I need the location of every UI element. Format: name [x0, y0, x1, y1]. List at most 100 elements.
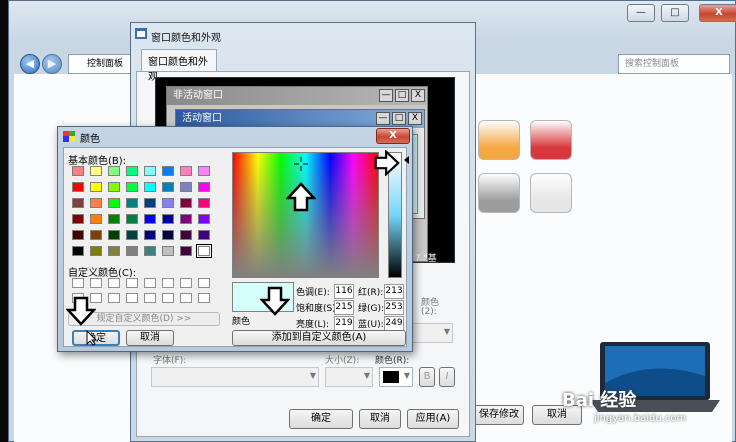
- basic-color-swatch[interactable]: [108, 246, 120, 256]
- basic-color-swatch[interactable]: [162, 246, 174, 256]
- custom-color-swatch[interactable]: [108, 278, 120, 288]
- basic-color-swatch[interactable]: [180, 246, 192, 256]
- basic-color-swatch[interactable]: [126, 182, 138, 192]
- basic-color-swatch[interactable]: [72, 246, 84, 256]
- forward-arrow-icon[interactable]: ▶: [42, 54, 62, 74]
- custom-color-swatch[interactable]: [162, 293, 174, 303]
- basic-color-swatch[interactable]: [126, 198, 138, 208]
- search-input[interactable]: 搜索控制面板: [618, 54, 730, 74]
- italic-button[interactable]: I: [439, 367, 455, 387]
- theme-tile-orange[interactable]: [478, 120, 520, 160]
- custom-color-swatch[interactable]: [180, 293, 192, 303]
- custom-color-swatch[interactable]: [162, 278, 174, 288]
- basic-color-swatch[interactable]: [144, 198, 156, 208]
- basic-color-swatch[interactable]: [162, 182, 174, 192]
- custom-color-swatch[interactable]: [126, 278, 138, 288]
- basic-color-swatch[interactable]: [90, 166, 102, 176]
- basic-color-swatch[interactable]: [162, 166, 174, 176]
- inactive-close-icon: X: [411, 89, 425, 102]
- font-color-picker[interactable]: ▼: [379, 367, 413, 387]
- basic-color-swatch[interactable]: [108, 166, 120, 176]
- basic-color-swatch[interactable]: [180, 214, 192, 224]
- basic-color-swatch[interactable]: [144, 182, 156, 192]
- custom-color-swatch[interactable]: [144, 293, 156, 303]
- basic-color-swatch[interactable]: [108, 198, 120, 208]
- basic-color-swatch[interactable]: [198, 214, 210, 224]
- hue-input[interactable]: 116: [334, 284, 354, 299]
- blue-input[interactable]: 249: [384, 316, 404, 331]
- tab-window-color[interactable]: 窗口颜色和外观: [141, 49, 217, 83]
- back-arrow-icon[interactable]: ◀: [20, 54, 40, 74]
- red-input[interactable]: 213: [384, 284, 404, 299]
- basic-color-swatch[interactable]: [180, 230, 192, 240]
- color-cancel-button[interactable]: 取消: [126, 330, 174, 346]
- appearance-ok-button[interactable]: 确定: [289, 409, 353, 429]
- theme-tile-white[interactable]: [530, 173, 572, 213]
- watermark-logo: Bai 经验: [562, 390, 637, 411]
- custom-color-swatch[interactable]: [126, 293, 138, 303]
- add-to-custom-colors-button[interactable]: 添加到自定义颜色(A): [232, 330, 406, 346]
- font-size-dropdown[interactable]: ▼: [325, 367, 373, 387]
- color-spectrum[interactable]: [232, 152, 379, 278]
- basic-color-swatch[interactable]: [126, 246, 138, 256]
- basic-color-swatch[interactable]: [72, 182, 84, 192]
- basic-color-swatch[interactable]: [72, 214, 84, 224]
- saturation-input[interactable]: 215: [334, 300, 354, 315]
- luminance-input[interactable]: 219: [334, 316, 354, 331]
- custom-color-swatch[interactable]: [198, 278, 210, 288]
- font-dropdown[interactable]: ▼: [151, 367, 319, 387]
- basic-color-swatch[interactable]: [72, 230, 84, 240]
- basic-color-swatch[interactable]: [162, 214, 174, 224]
- theme-tile-gray[interactable]: [478, 173, 520, 213]
- basic-color-swatch[interactable]: [198, 198, 210, 208]
- basic-color-swatch[interactable]: [108, 182, 120, 192]
- maximize-button[interactable]: □: [661, 4, 689, 22]
- appearance-apply-button[interactable]: 应用(A): [407, 409, 459, 429]
- basic-color-swatch[interactable]: [144, 230, 156, 240]
- custom-color-swatch[interactable]: [198, 293, 210, 303]
- custom-color-swatch[interactable]: [90, 278, 102, 288]
- basic-color-swatch[interactable]: [126, 230, 138, 240]
- basic-color-swatch[interactable]: [90, 246, 102, 256]
- basic-color-swatch[interactable]: [196, 244, 212, 258]
- red-label: 红(R):: [358, 288, 384, 298]
- luminosity-pointer-icon[interactable]: [404, 156, 409, 164]
- basic-color-swatch[interactable]: [180, 182, 192, 192]
- basic-color-swatch[interactable]: [198, 182, 210, 192]
- custom-color-swatch[interactable]: [144, 278, 156, 288]
- item-color-dropdown[interactable]: ▼: [411, 323, 453, 343]
- basic-color-swatch[interactable]: [72, 198, 84, 208]
- basic-color-swatch[interactable]: [144, 166, 156, 176]
- appearance-cancel-button[interactable]: 取消: [359, 409, 401, 429]
- basic-color-swatch[interactable]: [90, 182, 102, 192]
- basic-color-swatch[interactable]: [180, 166, 192, 176]
- minimize-button[interactable]: —: [627, 4, 655, 22]
- basic-color-swatch[interactable]: [198, 166, 210, 176]
- close-button[interactable]: X: [699, 4, 736, 22]
- basic-color-swatch[interactable]: [144, 246, 156, 256]
- basic-color-swatch[interactable]: [108, 230, 120, 240]
- theme-tile-red[interactable]: [530, 120, 572, 160]
- bold-button[interactable]: B: [419, 367, 435, 387]
- color-dialog-title: 颜色: [80, 134, 100, 145]
- basic-color-swatch[interactable]: [126, 166, 138, 176]
- basic-color-swatch[interactable]: [180, 198, 192, 208]
- address-bar[interactable]: 控制面板: [68, 54, 134, 74]
- basic-color-swatch[interactable]: [90, 230, 102, 240]
- basic-color-swatch[interactable]: [90, 214, 102, 224]
- basic-color-swatch[interactable]: [90, 198, 102, 208]
- save-changes-button[interactable]: 保存修改: [474, 405, 524, 425]
- green-input[interactable]: 253: [384, 300, 404, 315]
- basic-color-swatch[interactable]: [126, 214, 138, 224]
- color-dialog-close-button[interactable]: X: [376, 128, 410, 144]
- basic-color-swatch[interactable]: [198, 230, 210, 240]
- basic-color-swatch[interactable]: [108, 214, 120, 224]
- basic-color-swatch[interactable]: [162, 198, 174, 208]
- basic-color-swatch[interactable]: [144, 214, 156, 224]
- custom-color-swatch[interactable]: [180, 278, 192, 288]
- mouse-cursor-icon: [86, 330, 98, 346]
- custom-color-swatch[interactable]: [72, 278, 84, 288]
- basic-color-swatch[interactable]: [72, 166, 84, 176]
- custom-color-swatch[interactable]: [108, 293, 120, 303]
- basic-color-swatch[interactable]: [162, 230, 174, 240]
